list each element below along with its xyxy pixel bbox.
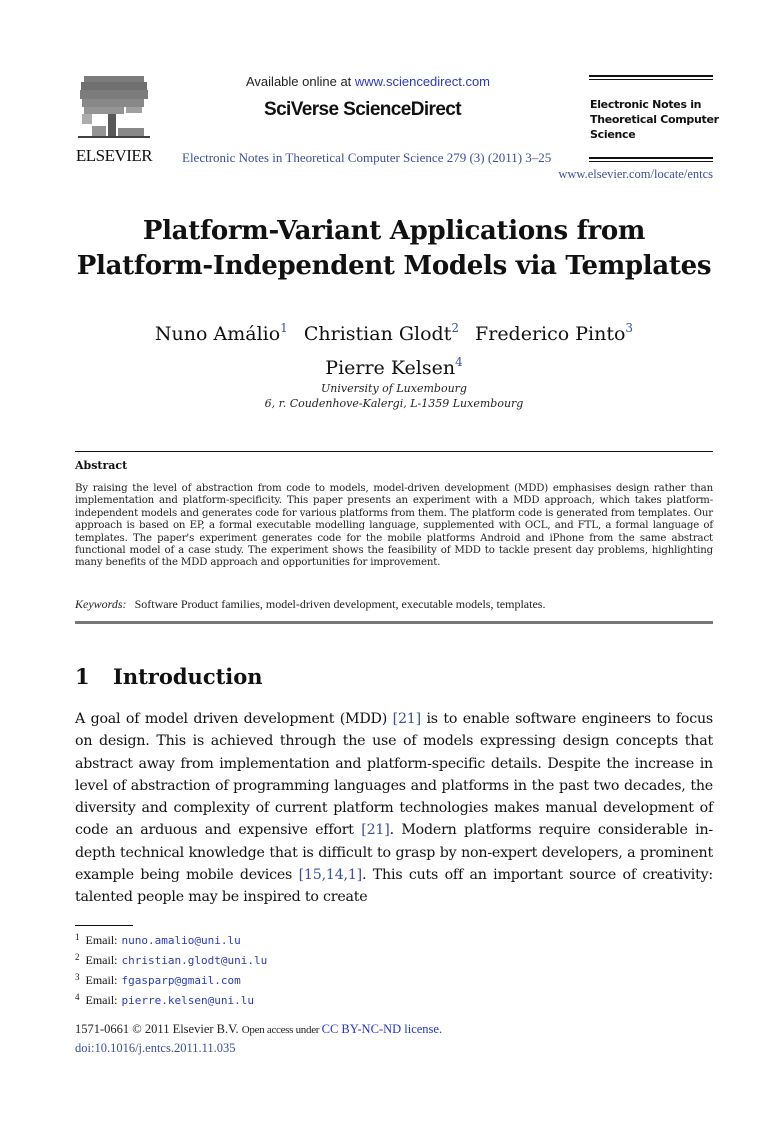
footnote-mark-link[interactable]: 2: [451, 321, 459, 335]
footnote: 3 Email: fgasparp@gmail.com: [75, 969, 267, 989]
copyright-text: 1571-0661 © 2011 Elsevier B.V.: [75, 1022, 242, 1036]
footnote-mark: 2: [75, 952, 80, 962]
footnote-mark-link[interactable]: 1: [280, 321, 288, 335]
author: Pierre Kelsen4: [325, 355, 463, 379]
email-link[interactable]: nuno.amalio@uni.lu: [122, 934, 241, 947]
citation-link[interactable]: [15,14,1]: [299, 867, 363, 883]
journal-name-line: Theoretical Computer: [590, 113, 719, 126]
footnote-label: Email:: [85, 973, 118, 987]
footnote-mark: 1: [75, 932, 80, 942]
introduction-paragraph: A goal of model driven development (MDD)…: [75, 708, 713, 909]
available-online-line: Available online at www.sciencedirect.co…: [246, 74, 490, 89]
citation-link[interactable]: [21]: [393, 711, 422, 727]
footnote: 4 Email: pierre.kelsen@uni.lu: [75, 989, 267, 1009]
doi-link[interactable]: doi:10.1016/j.entcs.2011.11.035: [75, 1039, 442, 1057]
keywords-label: Keywords:: [75, 597, 127, 611]
author: Nuno Amálio1: [154, 321, 288, 345]
paper-title: Platform-Variant Applications from Platf…: [0, 214, 780, 284]
journal-url-link[interactable]: www.elsevier.com/locate/entcs: [558, 167, 713, 182]
keywords-text: Software Product families, model-driven …: [134, 597, 546, 611]
available-online-label: Available online at: [246, 74, 355, 89]
author-name: Frederico Pinto: [475, 323, 626, 345]
footnote-label: Email:: [85, 953, 118, 967]
journal-citation: Electronic Notes in Theoretical Computer…: [182, 150, 552, 165]
journal-name: Electronic Notes in Theoretical Computer…: [590, 97, 719, 142]
citation-link[interactable]: [21]: [361, 822, 390, 838]
footnote-mark: 4: [75, 992, 80, 1002]
footnotes: 1 Email: nuno.amalio@uni.lu 2 Email: christi…: [75, 929, 267, 1009]
author-name: Nuno Amálio: [154, 323, 281, 345]
footnote: 2 Email: christian.glodt@uni.lu: [75, 949, 267, 969]
journal-name-line: Science: [590, 128, 636, 141]
footnote-rule: [75, 925, 133, 926]
section-title: Introduction: [113, 664, 263, 689]
footnote-label: Email:: [85, 993, 118, 1007]
footnote-mark-link[interactable]: 4: [455, 355, 463, 369]
section-number: 1: [75, 664, 90, 689]
email-link[interactable]: fgasparp@gmail.com: [122, 974, 241, 987]
title-line: Platform-Independent Models via Template…: [76, 251, 712, 281]
author: Frederico Pinto3: [475, 321, 633, 345]
footnote: 1 Email: nuno.amalio@uni.lu: [75, 929, 267, 949]
affiliation-line: University of Luxembourg: [321, 382, 467, 395]
elsevier-logo: ELSEVIER: [74, 74, 154, 165]
copyright-block: 1571-0661 © 2011 Elsevier B.V. Open acce…: [75, 1020, 442, 1057]
title-line: Platform-Variant Applications from: [142, 216, 646, 246]
license-link[interactable]: CC BY-NC-ND license.: [322, 1022, 442, 1036]
footnote-label: Email:: [85, 933, 118, 947]
affiliation-line: 6, r. Coudenhove-Kalergi, L-1359 Luxembo…: [264, 397, 524, 410]
footnote-mark: 3: [75, 972, 80, 982]
elsevier-wordmark: ELSEVIER: [75, 146, 153, 165]
author-name: Pierre Kelsen: [325, 357, 456, 379]
email-link[interactable]: pierre.kelsen@uni.lu: [122, 994, 254, 1007]
abstract-top-rule: [75, 451, 713, 452]
affiliation: University of Luxembourg 6, r. Coudenhov…: [0, 381, 780, 411]
email-link[interactable]: christian.glodt@uni.lu: [122, 954, 268, 967]
sciverse-sciencedirect-logo: SciVerse ScienceDirect: [264, 99, 462, 120]
keywords: Keywords: Software Product families, mode…: [75, 597, 713, 612]
author: Christian Glodt2: [303, 321, 459, 345]
journal-name-line: Electronic Notes in: [590, 98, 702, 111]
section-heading: 1 Introduction: [75, 664, 263, 689]
abstract-heading: Abstract: [75, 459, 128, 472]
author-list: Nuno Amálio1 Christian Glodt2 Frederico …: [0, 314, 780, 382]
abstract-body: By raising the level of abstraction from…: [75, 483, 713, 569]
paragraph-text: is to enable software engineers to focus…: [75, 711, 713, 839]
abstract-bottom-rule: [75, 621, 713, 624]
footnote-mark-link[interactable]: 3: [625, 321, 633, 335]
author-name: Christian Glodt: [303, 323, 452, 345]
journal-rule-bottom: [589, 157, 713, 162]
paragraph-text: A goal of model driven development (MDD): [75, 711, 393, 727]
open-access-text: Open access under: [241, 1024, 322, 1036]
journal-rule-top: [589, 75, 713, 80]
elsevier-tree-icon: [78, 76, 150, 138]
sciencedirect-link[interactable]: www.sciencedirect.com: [355, 74, 490, 89]
